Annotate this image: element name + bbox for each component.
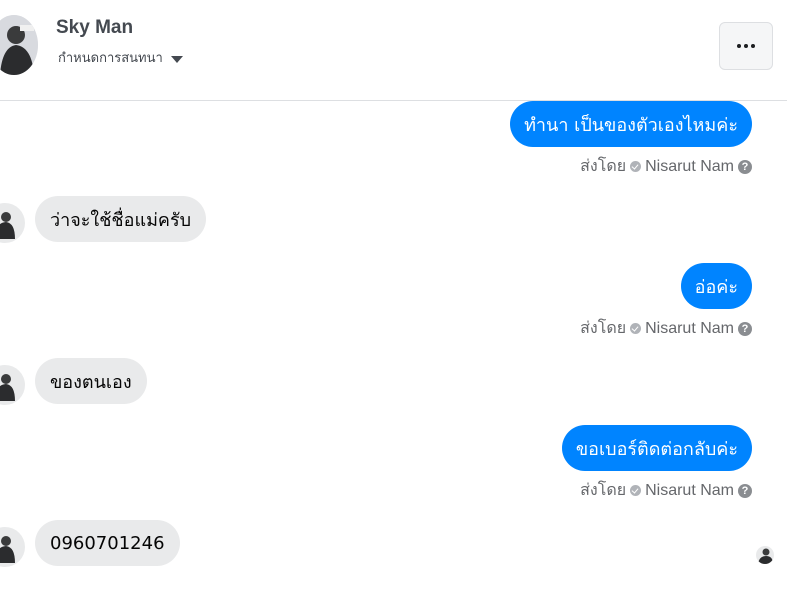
sent-by-prefix: ส่งโดย	[580, 158, 627, 175]
question-circle-icon[interactable]: ?	[738, 483, 752, 498]
conversation-settings-label: กำหนดการสนทนา	[58, 51, 163, 66]
sent-by-label: ส่งโดย Nisarut Nam ?	[580, 154, 752, 179]
contact-avatar-small[interactable]	[0, 365, 25, 405]
question-circle-icon[interactable]: ?	[738, 159, 752, 174]
conversation-settings[interactable]: กำหนดการสนทนา	[58, 47, 183, 68]
sent-by-label: ส่งโดย Nisarut Nam ?	[580, 478, 752, 503]
sent-by-prefix: ส่งโดย	[580, 320, 627, 337]
sent-by-label: ส่งโดย Nisarut Nam ?	[580, 316, 752, 341]
question-circle-icon[interactable]: ?	[738, 321, 752, 336]
sent-by-prefix: ส่งโดย	[580, 482, 627, 499]
sender-name[interactable]: Nisarut Nam	[645, 320, 734, 338]
read-receipt-avatar	[756, 546, 774, 564]
incoming-message[interactable]: 0960701246	[35, 520, 180, 566]
conversation-header: Sky Man กำหนดการสนทนา	[0, 0, 787, 101]
sender-name[interactable]: Nisarut Nam	[645, 158, 734, 176]
contact-name[interactable]: Sky Man	[56, 17, 133, 39]
sender-name[interactable]: Nisarut Nam	[645, 482, 734, 500]
more-horizontal-icon	[737, 44, 755, 48]
more-options-button[interactable]	[719, 22, 773, 70]
check-circle-icon	[630, 485, 642, 496]
contact-avatar-small[interactable]	[0, 527, 25, 567]
check-circle-icon	[630, 323, 642, 334]
contact-avatar[interactable]	[0, 15, 38, 75]
caret-down-icon	[170, 55, 183, 63]
incoming-message[interactable]: ว่าจะใช้ชื่อแม่ครับ	[35, 196, 207, 242]
outgoing-message[interactable]: อ่อค่ะ	[680, 263, 752, 309]
outgoing-message[interactable]: ทำนา เป็นของตัวเองไหมค่ะ	[510, 101, 752, 147]
outgoing-message[interactable]: ขอเบอร์ติดต่อกลับค่ะ	[561, 425, 752, 471]
contact-avatar-small[interactable]	[0, 203, 25, 243]
check-circle-icon	[630, 161, 642, 172]
incoming-message[interactable]: ของตนเอง	[35, 358, 147, 404]
